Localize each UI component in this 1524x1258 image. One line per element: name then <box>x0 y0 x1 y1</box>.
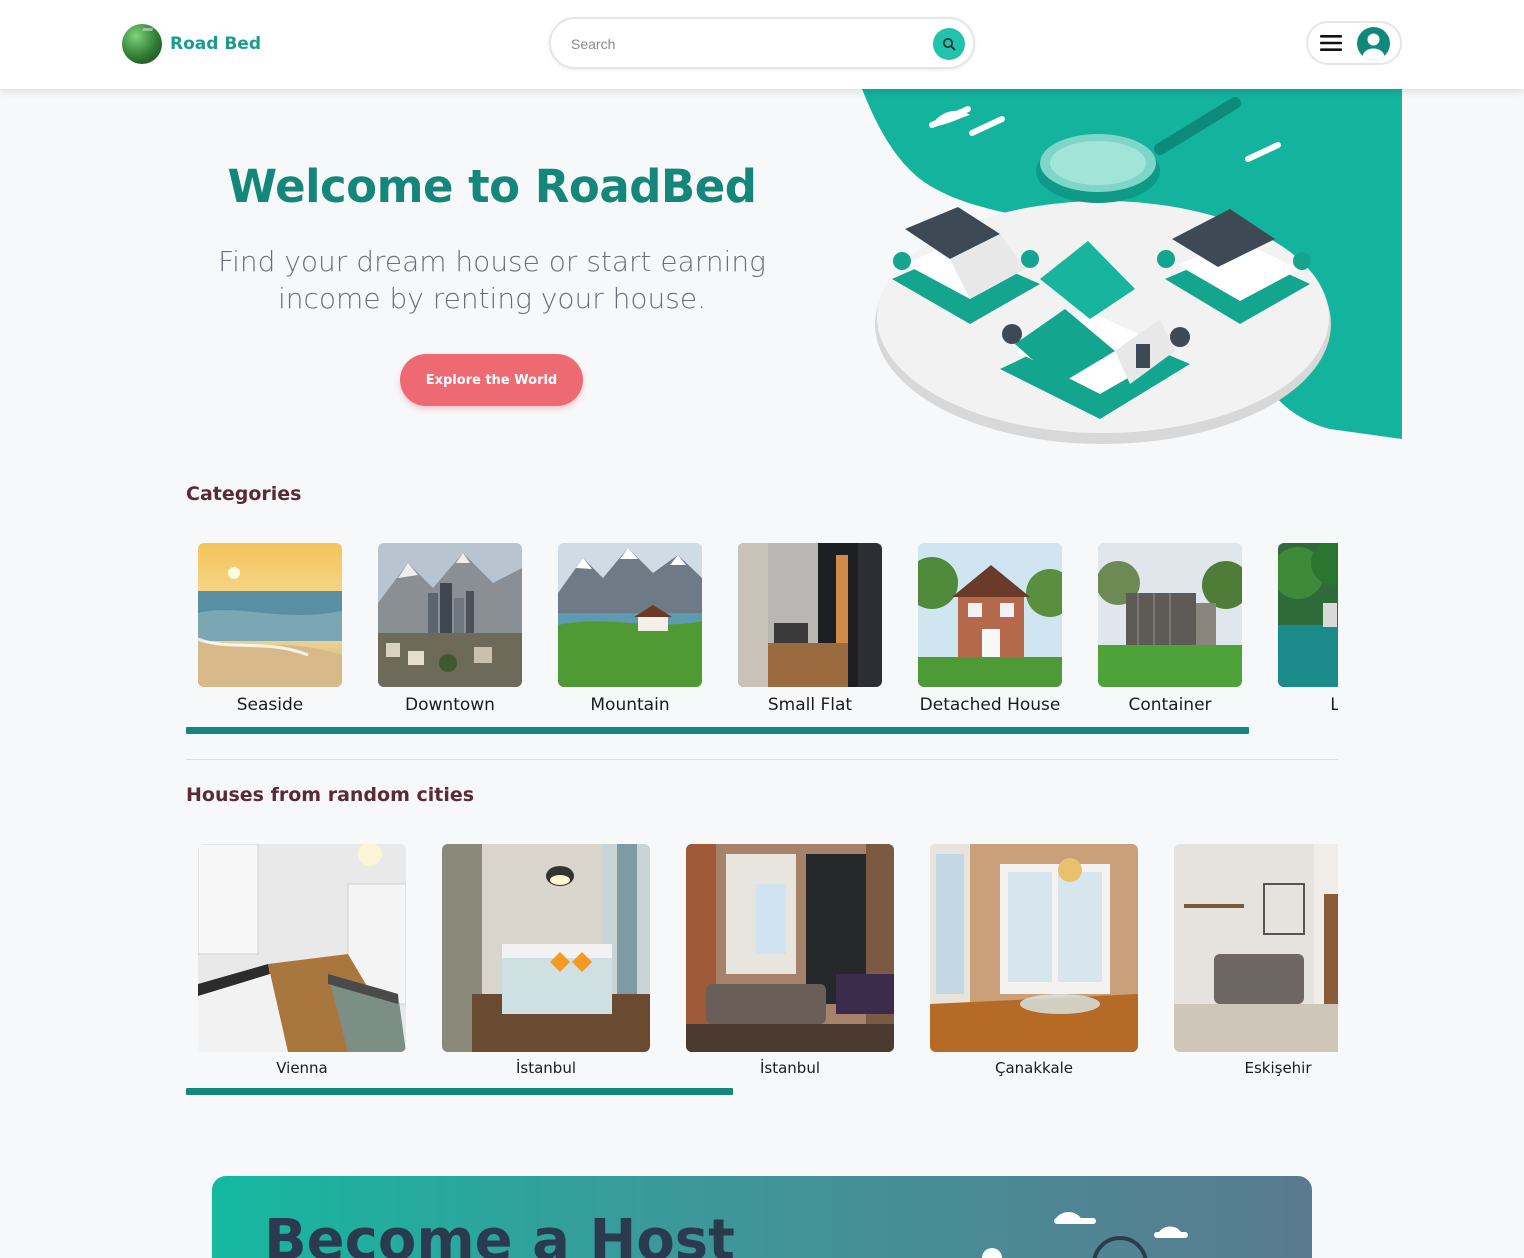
top-navbar: Road Bed <box>0 0 1524 89</box>
category-card-container[interactable]: Container <box>1098 543 1242 715</box>
section-divider <box>186 759 1338 760</box>
search-icon <box>943 38 956 51</box>
house-card-vienna[interactable]: Vienna <box>198 844 406 1077</box>
house-image <box>686 844 894 1052</box>
categories-scrollbar[interactable] <box>186 727 1249 734</box>
category-image <box>1278 543 1338 687</box>
house-image <box>1174 844 1338 1052</box>
house-card-istanbul-1[interactable]: İstanbul <box>442 844 650 1077</box>
houses-section-title: Houses from random cities <box>186 784 475 806</box>
house-card-canakkale[interactable]: Çanakkale <box>930 844 1138 1077</box>
category-card-mountain[interactable]: Mountain <box>558 543 702 715</box>
house-city-label: İstanbul <box>515 1059 576 1077</box>
category-image <box>198 543 342 687</box>
house-image <box>442 844 650 1052</box>
hero-subtitle: Find your dream house or start earning i… <box>200 243 784 317</box>
category-card-detached-house[interactable]: Detached House <box>918 543 1062 715</box>
houses-scrollbar[interactable] <box>186 1088 733 1095</box>
category-card-seaside[interactable]: Seaside <box>198 543 342 715</box>
explore-world-button[interactable]: Explore the World <box>400 354 583 406</box>
house-city-label: Çanakkale <box>994 1059 1074 1077</box>
house-card-eskisehir[interactable]: Eskişehir <box>1174 844 1338 1077</box>
category-label: Seaside <box>236 695 304 715</box>
search-button[interactable] <box>933 28 965 60</box>
category-card-downtown[interactable]: Downtown <box>378 543 522 715</box>
category-image <box>1098 543 1242 687</box>
category-image <box>918 543 1062 687</box>
hero-houses-illustration <box>862 89 1402 444</box>
category-label: Mountain <box>590 695 670 715</box>
category-image <box>378 543 522 687</box>
category-card-small-flat[interactable]: Small Flat <box>738 543 882 715</box>
search-input[interactable] <box>571 33 911 55</box>
category-image <box>558 543 702 687</box>
category-label: Lake <box>1330 695 1338 715</box>
brand-name: Road Bed <box>170 34 261 54</box>
brand-logo-link[interactable]: Road Bed <box>122 24 261 64</box>
hero-subtitle-line-1: Find your dream house or start earning <box>218 245 766 278</box>
category-label: Downtown <box>405 695 495 715</box>
houses-carousel[interactable]: Vienna İstanbul İstanbul Çanakkale Eskiş… <box>186 844 1338 1084</box>
category-label: Small Flat <box>767 695 853 715</box>
house-card-istanbul-2[interactable]: İstanbul <box>686 844 894 1077</box>
logo-icon <box>122 24 162 64</box>
become-host-title: Become a Host <box>264 1208 735 1258</box>
hero-subtitle-line-2: income by renting your house. <box>278 282 706 315</box>
house-city-label: Vienna <box>276 1059 328 1077</box>
hero-title: Welcome to RoadBed <box>227 160 757 213</box>
house-city-label: Eskişehir <box>1244 1059 1312 1077</box>
category-card-lake[interactable]: Lake <box>1278 543 1338 715</box>
house-city-label: İstanbul <box>759 1059 820 1077</box>
hamburger-menu-icon <box>1320 35 1342 51</box>
category-label: Container <box>1128 695 1212 715</box>
category-image <box>738 543 882 687</box>
become-host-banner[interactable]: Become a Host <box>212 1176 1312 1258</box>
user-avatar-icon <box>1357 26 1390 60</box>
search-bar <box>549 17 975 69</box>
category-label: Detached House <box>919 695 1061 715</box>
categories-title: Categories <box>186 483 302 505</box>
user-menu-button[interactable] <box>1306 21 1402 65</box>
categories-carousel[interactable]: Seaside Downtown Mountain Small Flat Det… <box>186 543 1338 723</box>
house-image <box>198 844 406 1052</box>
host-illustration <box>982 1211 1188 1258</box>
house-image <box>930 844 1138 1052</box>
